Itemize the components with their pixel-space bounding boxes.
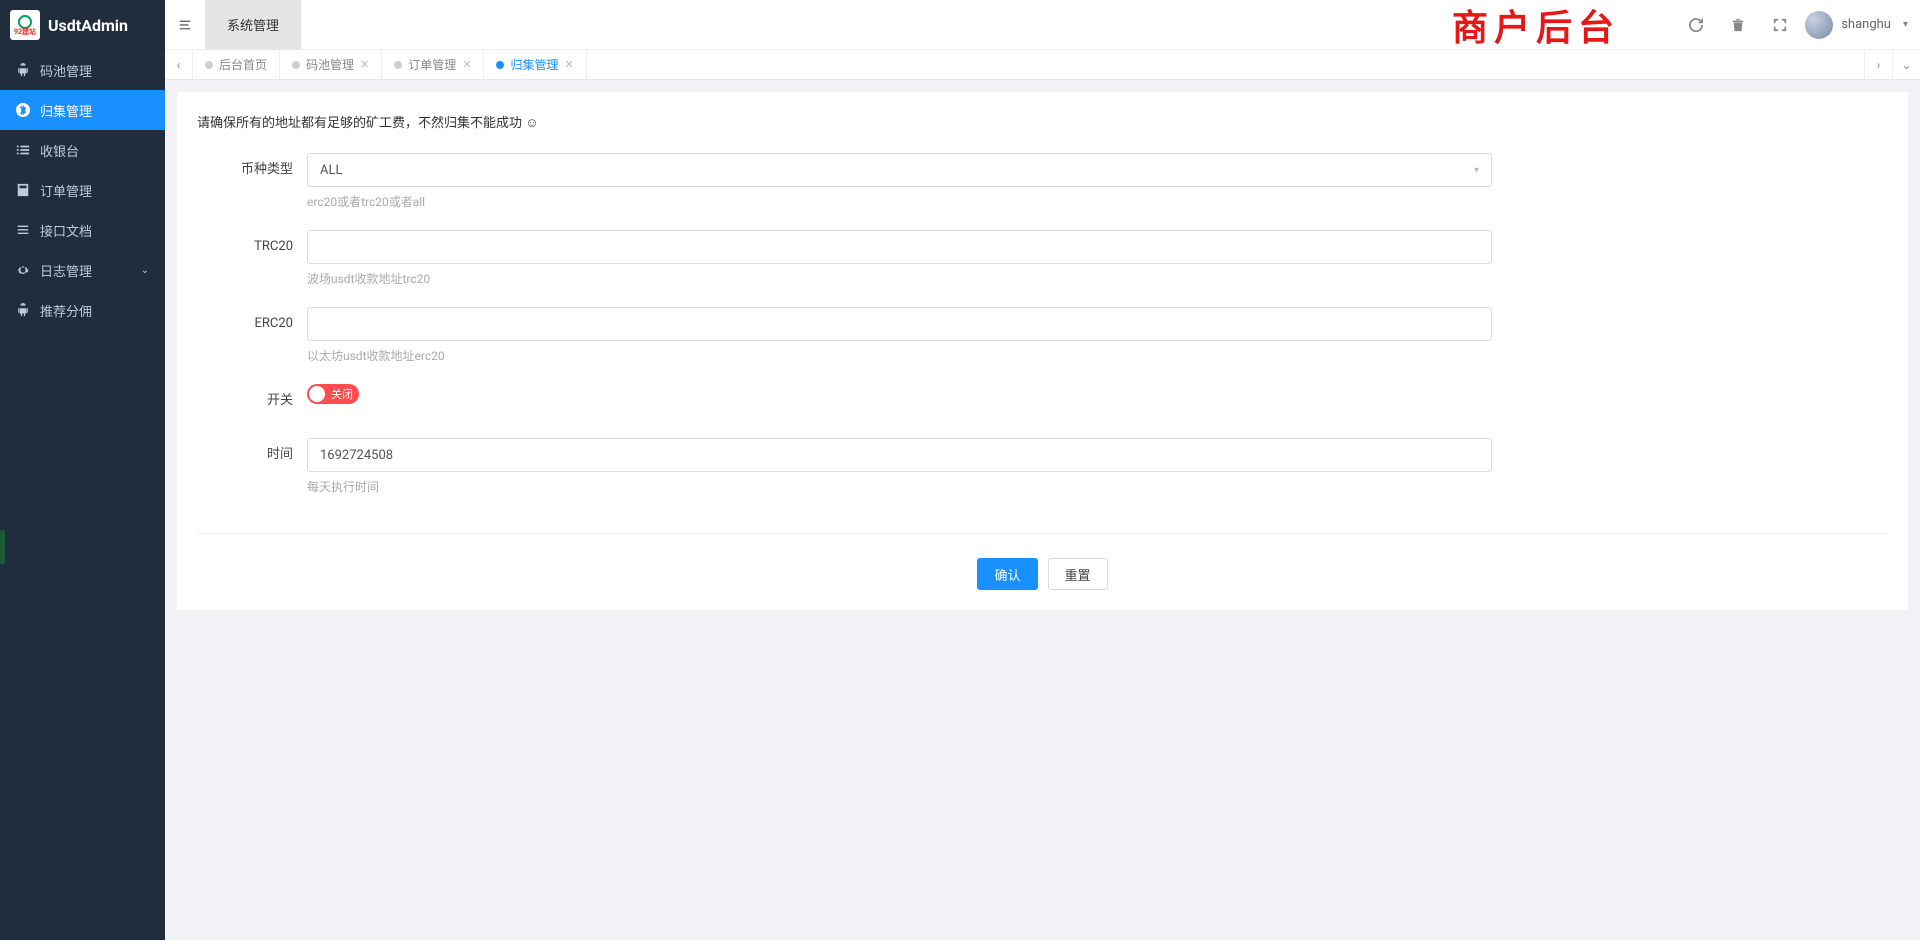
content-area: 请确保所有的地址都有足够的矿工费，不然归集不能成功 ☺ 币种类型 ALL ▾ e… [165, 80, 1920, 940]
topbar: 系统管理 商户后台 shanghu ▾ [165, 0, 1920, 50]
sidebar-item-4[interactable]: 接口文档 [0, 210, 165, 250]
topbar-tab-system[interactable]: 系统管理 [205, 0, 301, 50]
refresh-icon[interactable] [1679, 8, 1713, 42]
sidebar-item-2[interactable]: 收银台 [0, 130, 165, 170]
doc-icon [16, 223, 30, 237]
tab-label: 归集管理 [510, 56, 558, 73]
erc20-label: ERC20 [197, 307, 307, 341]
page-tab-2[interactable]: 订单管理 ✕ [382, 50, 484, 79]
erc20-input[interactable] [307, 307, 1492, 341]
android-icon [16, 63, 30, 77]
sidebar-item-6[interactable]: 推荐分佣 [0, 290, 165, 330]
close-icon[interactable]: ✕ [565, 58, 574, 71]
coin-type-value: ALL [320, 163, 342, 178]
sidebar-item-label: 接口文档 [40, 221, 92, 240]
sidebar-item-1[interactable]: 归集管理 [0, 90, 165, 130]
fullscreen-icon[interactable] [1763, 8, 1797, 42]
trc20-label: TRC20 [197, 230, 307, 264]
notice-text: 请确保所有的地址都有足够的矿工费，不然归集不能成功 ☺ [197, 112, 1888, 131]
switch-label: 开关 [197, 384, 307, 418]
android-icon [16, 303, 30, 317]
brand-title: UsdtAdmin [48, 16, 128, 35]
close-icon[interactable]: ✕ [360, 58, 369, 71]
topbar-right: shanghu ▾ [1679, 8, 1920, 42]
page-tab-0[interactable]: 后台首页 [193, 50, 280, 79]
sidebar-item-label: 归集管理 [40, 101, 92, 120]
sidebar-item-label: 订单管理 [40, 181, 92, 200]
tab-dot-icon [292, 61, 300, 69]
avatar[interactable] [1805, 11, 1833, 39]
divider [197, 533, 1888, 534]
gear-icon [16, 263, 30, 277]
tab-dot-icon [496, 61, 504, 69]
sidebar: 92建站 UsdtAdmin 码池管理归集管理收银台订单管理接口文档日志管理 ⌄ 推… [0, 0, 165, 940]
trc20-input[interactable] [307, 230, 1492, 264]
brand-row: 92建站 UsdtAdmin [0, 0, 165, 50]
sidebar-item-label: 日志管理 [40, 261, 92, 280]
sidebar-item-3[interactable]: 订单管理 [0, 170, 165, 210]
sidebar-item-5[interactable]: 日志管理 ⌄ [0, 250, 165, 290]
tab-label: 码池管理 [306, 56, 354, 73]
trc20-help: 波场usdt收款地址trc20 [307, 270, 1492, 287]
sidebar-item-label: 码池管理 [40, 61, 92, 80]
sidebar-item-label: 推荐分佣 [40, 301, 92, 320]
tab-dot-icon [205, 61, 213, 69]
username: shanghu [1841, 17, 1891, 32]
brand-logo: 92建站 [10, 10, 40, 40]
page-tab-1[interactable]: 码池管理 ✕ [280, 50, 382, 79]
tabstrip-prev-button[interactable]: ‹ [165, 50, 193, 79]
confirm-button[interactable]: 确认 [977, 558, 1037, 590]
tab-strip: ‹ 后台首页 码池管理 ✕ 订单管理 ✕ 归集管理 ✕ › ⌄ [165, 50, 1920, 80]
list-icon [16, 143, 30, 157]
coin-type-help: erc20或者trc20或者all [307, 193, 1492, 210]
form-card: 请确保所有的地址都有足够的矿工费，不然归集不能成功 ☺ 币种类型 ALL ▾ e… [177, 92, 1908, 610]
scroll-indicator [0, 530, 5, 564]
tabstrip-menu-button[interactable]: ⌄ [1892, 50, 1920, 79]
user-menu-caret-icon[interactable]: ▾ [1903, 19, 1908, 30]
time-input[interactable] [307, 438, 1492, 472]
time-help: 每天执行时间 [307, 478, 1492, 495]
tab-dot-icon [394, 61, 402, 69]
close-icon[interactable]: ✕ [462, 58, 471, 71]
tabstrip-next-button[interactable]: › [1864, 50, 1892, 79]
select-arrow-icon: ▾ [1474, 165, 1479, 176]
trash-icon[interactable] [1721, 8, 1755, 42]
menu-toggle-button[interactable] [165, 0, 205, 50]
coin-type-label: 币种类型 [197, 153, 307, 187]
form-actions: 确认 重置 [197, 558, 1888, 590]
switch-toggle[interactable]: 关闭 [307, 384, 359, 404]
watermark-text: 商户后台 [1452, 0, 1620, 50]
erc20-help: 以太坊usdt收款地址erc20 [307, 347, 1492, 364]
sidebar-item-0[interactable]: 码池管理 [0, 50, 165, 90]
chevron-down-icon: ⌄ [141, 265, 149, 276]
page-tab-3[interactable]: 归集管理 ✕ [484, 50, 586, 79]
bitcoin-icon [16, 103, 30, 117]
calc-icon [16, 183, 30, 197]
main-area: 系统管理 商户后台 shanghu ▾ ‹ 后台首页码池管理✕订单管理✕归集管理… [165, 0, 1920, 940]
time-label: 时间 [197, 438, 307, 472]
tab-label: 后台首页 [219, 56, 267, 73]
sidebar-item-label: 收银台 [40, 141, 79, 160]
reset-button[interactable]: 重置 [1048, 558, 1108, 590]
switch-state-text: 关闭 [331, 386, 353, 402]
coin-type-select[interactable]: ALL ▾ [307, 153, 1492, 187]
tab-label: 订单管理 [408, 56, 456, 73]
